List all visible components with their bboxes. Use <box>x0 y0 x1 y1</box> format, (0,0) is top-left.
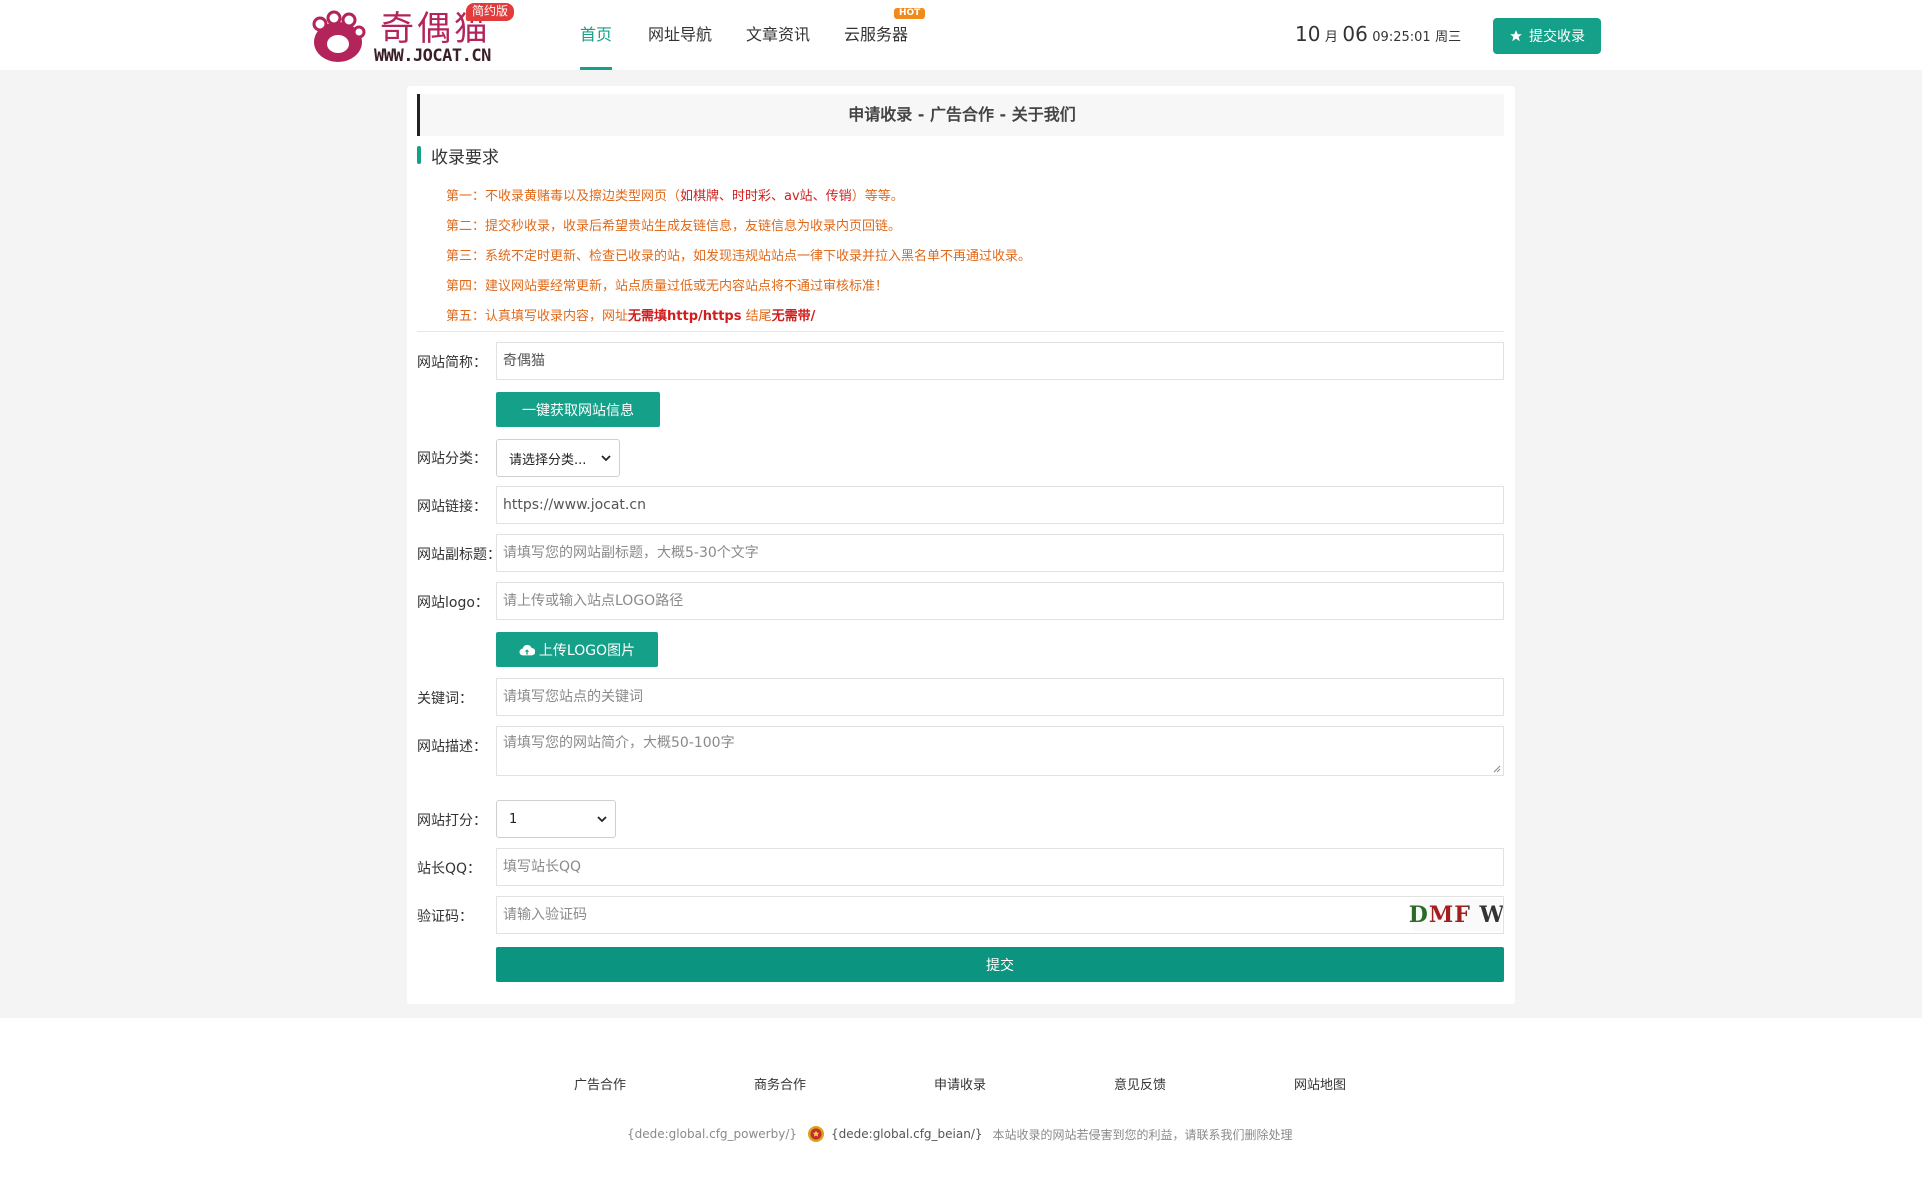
hot-badge: HOT <box>894 8 926 19</box>
footer-link-business[interactable]: 商务合作 <box>754 1074 806 1093</box>
chevron-down-icon <box>601 455 611 462</box>
chevron-down-icon <box>597 816 607 823</box>
site-header: 奇偶猫 WWW.JOCAT.CN 简约版 首页 网址导航 文章资讯 云服务器 H… <box>0 0 1922 70</box>
nav-item-home[interactable]: 首页 <box>580 0 613 70</box>
description-placeholder: 请填写您的网站简介，大概50-100字 <box>503 735 735 751</box>
site-name-input[interactable]: 奇偶猫 <box>496 342 1504 380</box>
site-name-label: 网站简称： <box>417 355 487 371</box>
fetch-info-button[interactable]: 一键获取网站信息 <box>496 392 660 427</box>
site-logo[interactable]: 奇偶猫 WWW.JOCAT.CN 简约版 <box>308 3 518 66</box>
requirements-heading-text: 收录要求 <box>431 147 499 168</box>
footer-link-feedback[interactable]: 意见反馈 <box>1114 1074 1166 1093</box>
date-weekday: 周三 <box>1435 30 1462 45</box>
rule-highlight: 如棋牌、时时彩、av站、传销 <box>680 189 852 204</box>
requirements-heading: 收录要求 <box>417 144 499 168</box>
logo-url-text: WWW.JOCAT.CN <box>374 46 491 66</box>
date-month-unit: 月 <box>1324 30 1338 45</box>
rule-highlight: 无需填http/https <box>628 309 742 324</box>
powered-by-text: {dede:global.cfg_powerby/} <box>627 1127 798 1141</box>
date-month: 10 <box>1295 22 1321 46</box>
rule-item: 第一：不收录黄赌毒以及擦边类型网页（如棋牌、时时彩、av站、传销）等等。 <box>446 182 1496 212</box>
submit-site-button[interactable]: 提交收录 <box>1493 18 1601 54</box>
rule-item: 第二：提交秒收录，收录后希望贵站生成友链信息，友链信息为收录内页回链。 <box>446 219 902 234</box>
submit-button[interactable]: 提交 <box>496 947 1504 982</box>
subtitle-label: 网站副标题： <box>417 547 501 563</box>
captcha-image[interactable]: DMF W <box>1409 899 1503 931</box>
submission-card: 申请收录 - 广告合作 - 关于我们 收录要求 第一：不收录黄赌毒以及擦边类型网… <box>407 86 1515 1004</box>
nav-item-cloud[interactable]: 云服务器 HOT <box>844 0 926 70</box>
qq-input[interactable]: 填写站长QQ <box>496 848 1504 886</box>
logo-edition-badge: 简约版 <box>466 3 515 21</box>
captcha-input[interactable]: 请输入验证码 DMF W <box>496 896 1504 934</box>
rule-text: ）等等。 <box>851 189 904 204</box>
captcha-label: 验证码： <box>417 909 473 925</box>
keywords-label: 关键词： <box>417 691 473 707</box>
site-url-input[interactable]: https://www.jocat.cn <box>496 486 1504 524</box>
date-display: 10 月 06 09:25:01 周三 <box>1295 22 1461 50</box>
star-icon <box>1510 30 1522 42</box>
category-select[interactable]: 请选择分类... <box>496 439 620 477</box>
nav-item-sites[interactable]: 网址导航 <box>648 0 712 70</box>
nav-item-articles[interactable]: 文章资讯 <box>746 0 810 70</box>
rule-item: 第四：建议网站要经常更新，站点质量过低或无内容站点将不通过审核标准！ <box>446 279 889 294</box>
footer-link-ads[interactable]: 广告合作 <box>574 1074 626 1093</box>
date-time: 09:25:01 <box>1372 30 1431 45</box>
rule-text: 结尾 <box>741 309 772 324</box>
site-url-label: 网站链接： <box>417 499 487 515</box>
paw-logo-icon <box>312 10 366 62</box>
category-selected: 请选择分类... <box>509 452 587 468</box>
qq-label: 站长QQ： <box>417 861 482 877</box>
rating-selected: 1 <box>509 811 518 827</box>
nav-item-cloud-label: 云服务器 <box>844 25 909 44</box>
subtitle-input[interactable]: 请填写您的网站副标题，大概5-30个文字 <box>496 534 1504 572</box>
submit-site-label: 提交收录 <box>1529 29 1585 45</box>
requirements-list: 第一：不收录黄赌毒以及擦边类型网页（如棋牌、时时彩、av站、传销）等等。 第二：… <box>446 182 1496 332</box>
footer-link-submit[interactable]: 申请收录 <box>934 1074 986 1093</box>
disclaimer-text: 本站收录的网站若侵害到您的利益，请联系我们删除处理 <box>992 1127 1293 1142</box>
logo-input[interactable]: 请上传或输入站点LOGO路径 <box>496 582 1504 620</box>
divider <box>417 331 1504 332</box>
rating-select[interactable]: 1 <box>496 800 616 838</box>
beian-link[interactable]: {dede:global.cfg_beian/} <box>831 1127 983 1141</box>
police-badge-icon <box>808 1126 825 1142</box>
upload-logo-button[interactable]: 上传LOGO图片 <box>496 632 658 667</box>
keywords-input[interactable]: 请填写您站点的关键词 <box>496 678 1504 716</box>
upload-logo-label: 上传LOGO图片 <box>538 642 636 659</box>
logo-label: 网站logo： <box>417 595 489 611</box>
date-day: 06 <box>1342 22 1368 46</box>
rule-item: 第三：系统不定时更新、检查已收录的站，如发现违规站站点一律下收录并拉入黑名单不再… <box>446 249 1032 264</box>
resize-grip-icon[interactable] <box>1493 765 1501 773</box>
footer-link-sitemap[interactable]: 网站地图 <box>1294 1074 1346 1093</box>
rating-label: 网站打分： <box>417 813 487 829</box>
page-title: 申请收录 - 广告合作 - 关于我们 <box>417 94 1504 136</box>
footer-info: {dede:global.cfg_powerby/} {dede:global.… <box>627 1124 1293 1144</box>
captcha-placeholder: 请输入验证码 <box>503 907 587 923</box>
site-footer: 广告合作 商务合作 申请收录 意见反馈 网站地图 {dede:global.cf… <box>0 1018 1922 1188</box>
heading-accent-bar <box>417 146 421 164</box>
category-label: 网站分类： <box>417 451 487 467</box>
description-label: 网站描述： <box>417 739 487 755</box>
cloud-upload-icon <box>519 644 535 655</box>
rule-highlight: 无需带/ <box>771 309 816 324</box>
captcha-code: DMF W <box>1409 897 1503 933</box>
rule-text: 第一：不收录黄赌毒以及擦边类型网页（ <box>446 189 681 204</box>
rule-item: 第五：认真填写收录内容，网址无需填http/https 结尾无需带/ <box>446 302 1496 332</box>
description-textarea[interactable]: 请填写您的网站简介，大概50-100字 <box>496 726 1504 776</box>
rule-text: 第五：认真填写收录内容，网址 <box>446 309 629 324</box>
